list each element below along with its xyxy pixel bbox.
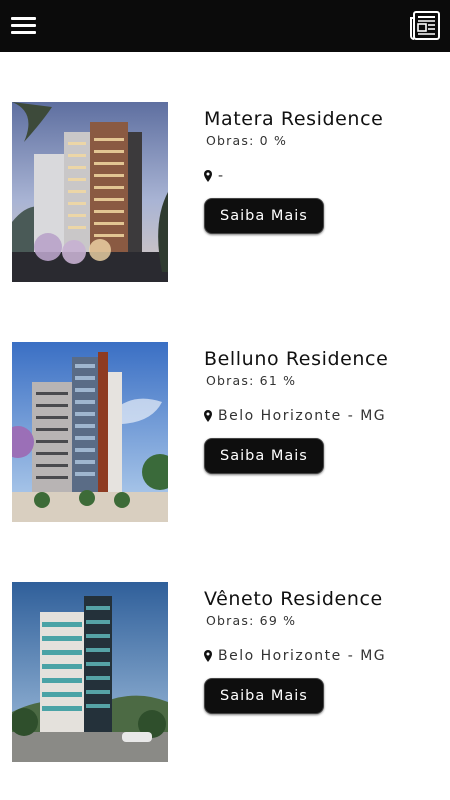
building-image[interactable] [12, 102, 168, 282]
construction-progress: Obras: 0 % [206, 133, 288, 148]
listing-location: Belo Horizonte - MG [204, 646, 444, 666]
listing-location: Belo Horizonte - MG [204, 406, 444, 426]
saiba-mais-button[interactable]: Saiba Mais [204, 198, 324, 234]
location-text: Belo Horizonte - MG [218, 648, 387, 664]
building-image[interactable] [12, 582, 168, 762]
map-pin-icon [204, 410, 212, 422]
listing-card: Matera Residence Obras: 0 % - Saiba Mais [0, 102, 450, 292]
listing-title: Belluno Residence [204, 348, 389, 370]
construction-progress: Obras: 61 % [206, 373, 297, 388]
building-image[interactable] [12, 342, 168, 522]
construction-progress: Obras: 69 % [206, 613, 297, 628]
listing-card: Belluno Residence Obras: 61 % Belo Horiz… [0, 342, 450, 532]
map-pin-icon [204, 650, 212, 662]
newspaper-icon[interactable] [408, 10, 442, 42]
listing-title: Vêneto Residence [204, 588, 383, 610]
top-app-bar [0, 0, 450, 52]
map-pin-icon [204, 170, 212, 182]
saiba-mais-button[interactable]: Saiba Mais [204, 678, 324, 714]
listing-card: Vêneto Residence Obras: 69 % Belo Horizo… [0, 582, 450, 772]
location-text: Belo Horizonte - MG [218, 408, 387, 424]
listing-title: Matera Residence [204, 108, 384, 130]
location-text: - [218, 168, 225, 184]
hamburger-menu-icon[interactable] [11, 16, 37, 36]
listing-location: - [204, 166, 444, 186]
saiba-mais-button[interactable]: Saiba Mais [204, 438, 324, 474]
